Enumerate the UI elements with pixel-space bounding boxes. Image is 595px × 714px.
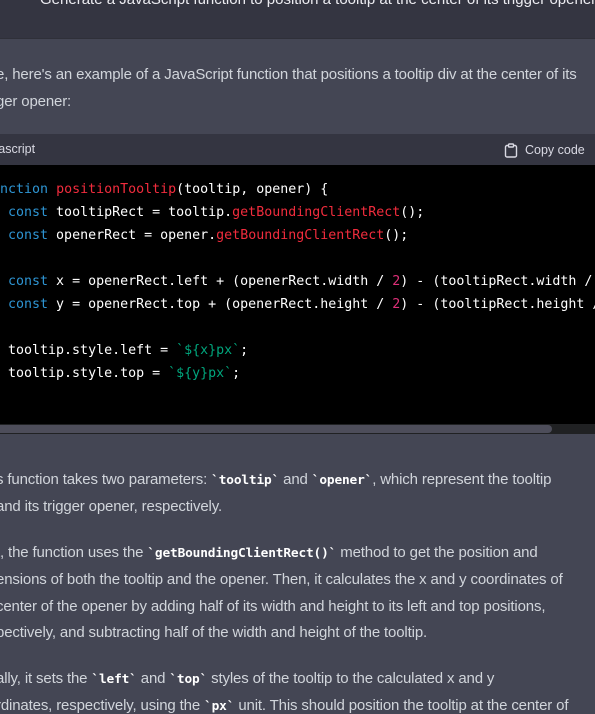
- copy-code-label: Copy code: [525, 143, 585, 157]
- previous-message-text: Generate a JavaScript function to positi…: [40, 0, 595, 10]
- para2-line-1: t, the function uses the `getBoundingCli…: [0, 544, 538, 561]
- code-line: const y = openerRect.top + (openerRect.h…: [8, 297, 595, 312]
- copy-code-button[interactable]: Copy code: [504, 141, 585, 159]
- inline-code: `opener`: [311, 473, 373, 488]
- inline-code: `top`: [169, 672, 208, 687]
- intro-line-1: e, here's an example of a JavaScript fun…: [0, 66, 577, 83]
- inline-code: `tooltip`: [211, 473, 280, 488]
- para3-line-1: ally, it sets the `left` and `top` style…: [0, 670, 495, 687]
- para1-line-2: and its trigger opener, respectively.: [0, 498, 222, 515]
- code-line: tooltip.style.top = `${y}px`;: [0, 366, 241, 381]
- para2-line-4: pectively, and subtracting half of the w…: [0, 624, 428, 641]
- code-line: tooltip.style.left = `${x}px`;: [0, 343, 249, 358]
- inline-code: `getBoundingClientRect()`: [147, 546, 337, 561]
- code-line: const openerRect = opener.getBoundingCli…: [8, 228, 409, 243]
- code-scrollbar[interactable]: [0, 424, 595, 434]
- intro-line-2: ger opener:: [0, 93, 72, 110]
- para3-line-2: rdinates, respectively, using the `px` u…: [0, 697, 569, 714]
- code-block: vascript Copy code unction positionToolt…: [0, 134, 595, 434]
- para2-line-2: ensions of both the tooltip and the open…: [0, 571, 563, 588]
- code-line: const tooltipRect = tooltip.getBoundingC…: [8, 205, 425, 220]
- clipboard-icon: [504, 142, 518, 158]
- para1-line-1: s function takes two parameters: `toolti…: [0, 471, 552, 488]
- inline-code: `px`: [204, 699, 235, 714]
- inline-code: `left`: [91, 672, 137, 687]
- para2-line-3: center of the opener by adding half of i…: [0, 598, 546, 615]
- code-content: unction positionTooltip(tooltip, opener)…: [0, 178, 595, 385]
- code-line: unction positionTooltip(tooltip, opener)…: [0, 182, 329, 197]
- code-line: const x = openerRect.left + (openerRect.…: [8, 274, 593, 289]
- code-scrollbar-thumb[interactable]: [0, 425, 552, 433]
- code-block-header: vascript Copy code: [0, 134, 595, 165]
- previous-message-strip: Generate a JavaScript function to positi…: [0, 0, 595, 39]
- code-language-label: vascript: [0, 142, 36, 156]
